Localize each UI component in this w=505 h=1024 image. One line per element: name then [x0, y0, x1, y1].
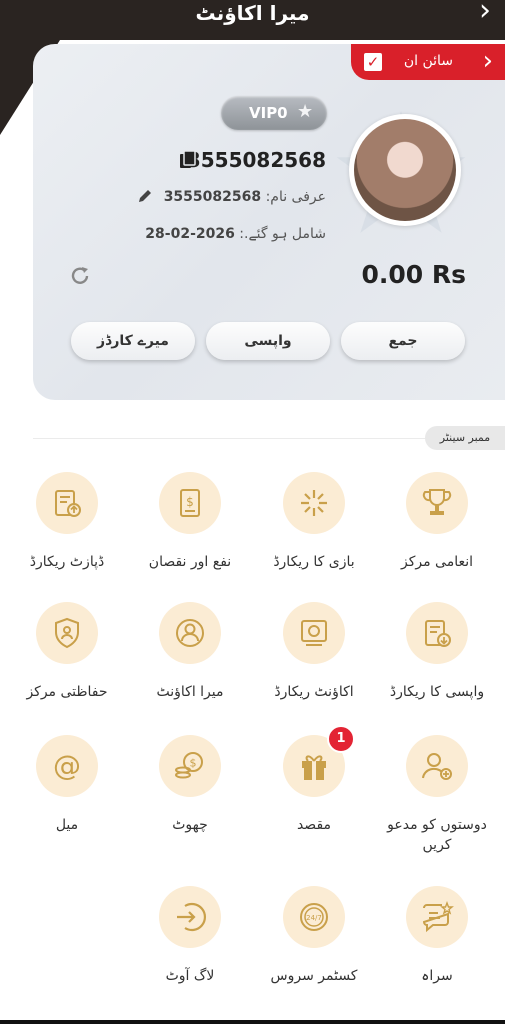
menu-security-center[interactable]: حفاظتی مرکز [4, 602, 130, 732]
menu-reward-center[interactable]: انعامی مرکز [374, 472, 500, 602]
joined-row: شامل ہو گئے.: 2026-02-28 [145, 226, 326, 242]
svg-text:@: @ [53, 749, 81, 782]
menu-label: سراہ [421, 968, 453, 984]
member-center-tag: ممبر سینٹر [425, 426, 505, 450]
menu-logout[interactable]: لاگ آوٹ [127, 886, 253, 1016]
menu-game-record[interactable]: بازی کا ریکارڈ [251, 472, 377, 602]
svg-text:24/7: 24/7 [306, 914, 322, 922]
menu-label: نفع اور نقصان [148, 554, 232, 570]
svg-text:$: $ [186, 495, 194, 509]
notification-badge: 1 [327, 725, 355, 753]
joined-date: 2026-02-28 [145, 226, 235, 242]
withdraw-record-icon [406, 602, 468, 664]
nickname-value: 3555082568 [163, 189, 262, 205]
trophy-icon [406, 472, 468, 534]
menu-label: چھوٹ [172, 817, 208, 833]
vip-badge[interactable]: VIP0 ★ [221, 96, 327, 130]
menu-rebate[interactable]: $ چھوٹ [127, 735, 253, 865]
signin-button[interactable]: ✓ سائن ان › [351, 44, 505, 80]
profit-loss-icon: $ [159, 472, 221, 534]
svg-text:$: $ [190, 757, 197, 770]
user-id: 3555082568 [186, 148, 326, 172]
deposit-record-icon [36, 472, 98, 534]
menu-label: واپسی کا ریکارڈ [389, 684, 485, 700]
support-icon: 24/7 [283, 886, 345, 948]
copy-icon[interactable] [178, 150, 198, 170]
coins-icon: $ [159, 735, 221, 797]
withdraw-button[interactable]: واپسی [206, 322, 330, 360]
shield-icon [36, 602, 98, 664]
refresh-icon[interactable] [68, 264, 92, 288]
chevron-right-icon: › [482, 46, 493, 76]
avatar[interactable] [349, 114, 461, 226]
menu-label: ڈپازٹ ریکارڈ [29, 554, 105, 570]
menu-account-record[interactable]: اکاؤنٹ ریکارڈ [251, 602, 377, 732]
menu-label: لاگ آوٹ [165, 968, 215, 984]
mail-icon: @ [36, 735, 98, 797]
nickname-label: عرفی نام: [265, 189, 326, 205]
menu-label: مقصد [296, 817, 332, 833]
menu-customer-service[interactable]: 24/7 کسٹمر سروس [251, 886, 377, 1016]
vip-medal-icon: ★ [297, 101, 314, 122]
logout-icon [159, 886, 221, 948]
checkin-icon: ✓ [364, 53, 382, 71]
account-record-icon [283, 602, 345, 664]
menu-mail[interactable]: @ میل [4, 735, 130, 865]
avatar-image [354, 119, 456, 221]
back-chevron-icon[interactable]: › [479, 0, 491, 26]
vip-level: VIP0 [249, 104, 288, 122]
menu-label: حفاظتی مرکز [26, 684, 108, 700]
menu-goal[interactable]: 1 مقصد [251, 725, 377, 865]
menu-feedback[interactable]: سراہ [374, 886, 500, 1016]
bottom-edge [0, 1020, 505, 1024]
menu-profit-loss[interactable]: $ نفع اور نقصان [127, 472, 253, 602]
page-title: میرا اکاؤنٹ [195, 1, 310, 25]
menu-label: اکاؤنٹ ریکارڈ [274, 684, 354, 700]
menu-label: بازی کا ریکارڈ [273, 554, 355, 570]
invite-icon [406, 735, 468, 797]
menu-label: دوستوں کو مدعو کریں [387, 817, 487, 853]
menu-label: کسٹمر سروس [270, 968, 358, 984]
menu-label: میرا اکاؤنٹ [156, 684, 224, 700]
user-icon [159, 602, 221, 664]
signin-label: سائن ان [403, 53, 453, 69]
deposit-button[interactable]: جمع [341, 322, 465, 360]
menu-label: میل [55, 817, 79, 833]
menu-my-account[interactable]: میرا اکاؤنٹ [127, 602, 253, 732]
menu-invite-friends[interactable]: دوستوں کو مدعو کریں [374, 735, 500, 865]
edit-pencil-icon[interactable] [137, 188, 153, 204]
menu-withdraw-record[interactable]: واپسی کا ریکارڈ [374, 602, 500, 732]
joined-label: شامل ہو گئے.: [239, 226, 326, 242]
menu-label: انعامی مرکز [400, 554, 474, 570]
balance-amount: 0.00 Rs [361, 260, 466, 289]
nickname-row: عرفی نام: 3555082568 [164, 189, 326, 205]
profile-card: ✓ سائن ان › VIP0 ★ 3555082568 عرفی نام: … [33, 44, 505, 400]
feedback-icon [406, 886, 468, 948]
menu-deposit-record[interactable]: ڈپازٹ ریکارڈ [4, 472, 130, 602]
game-record-icon [283, 472, 345, 534]
my-cards-button[interactable]: میرے کارڈز [71, 322, 195, 360]
